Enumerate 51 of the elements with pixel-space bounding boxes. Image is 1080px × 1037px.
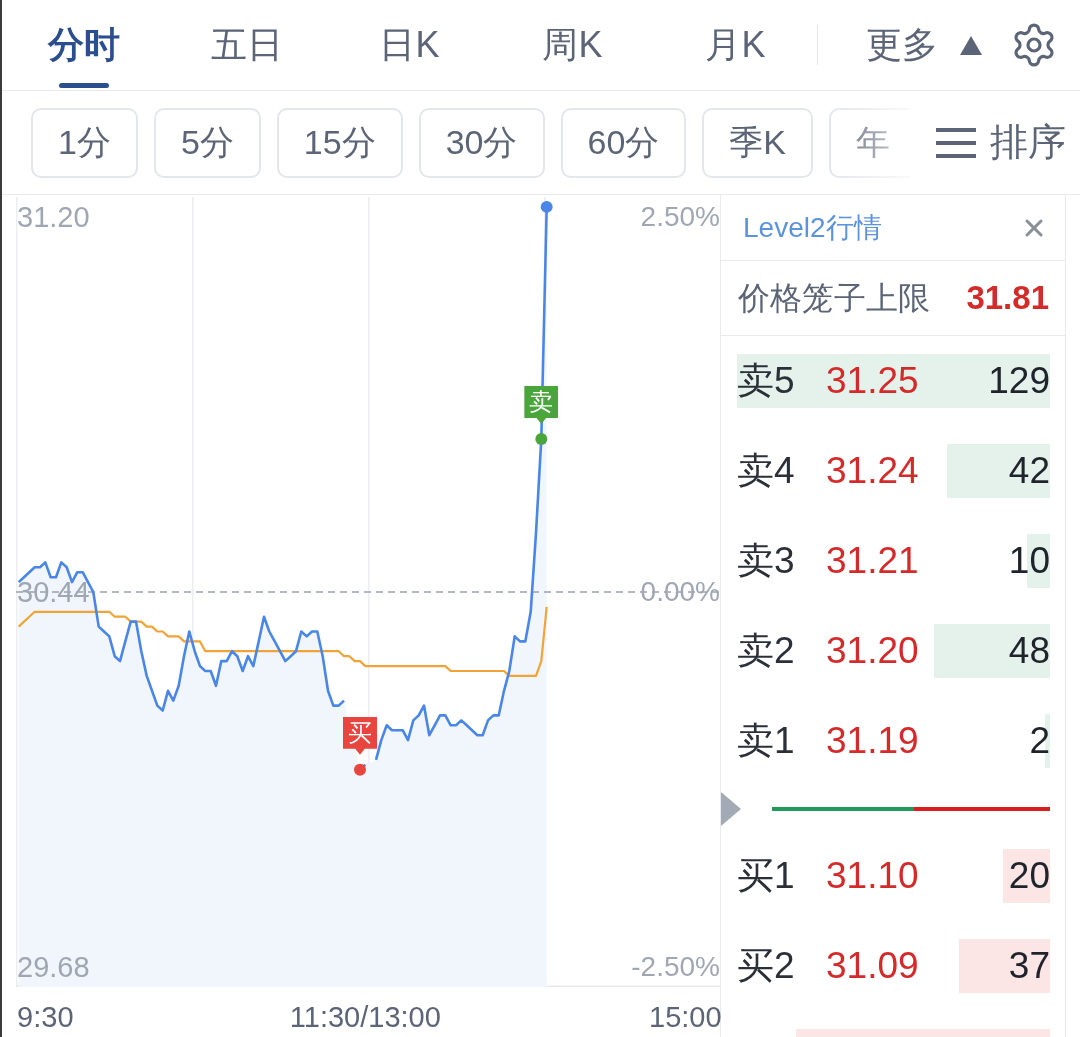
period-chip[interactable]: 15分: [276, 107, 403, 178]
order-volume: 42: [1008, 449, 1050, 493]
order-price: 31.24: [826, 449, 919, 493]
order-price: 31.25: [826, 359, 919, 403]
caret-right-icon[interactable]: [721, 791, 741, 826]
order-level-label: 买2: [737, 944, 796, 988]
period-tab[interactable]: 周K: [491, 0, 654, 90]
order-volume: 10: [1008, 539, 1050, 583]
x-axis-label: 9:30: [17, 1000, 74, 1034]
order-volume: 37: [1008, 944, 1050, 988]
period-chip[interactable]: 季K: [702, 107, 813, 178]
signal-tag: 买: [343, 716, 377, 755]
y-axis-label: 30.44: [17, 575, 90, 609]
sort-button[interactable]: 排序: [936, 114, 1066, 171]
signal-tag: 卖: [524, 385, 559, 424]
more-button[interactable]: 更多: [866, 18, 982, 72]
percent-axis-label: 2.50%: [640, 199, 720, 234]
y-axis-label: 31.20: [17, 199, 90, 234]
order-volume: 129: [988, 359, 1050, 403]
period-chip[interactable]: 60分: [560, 107, 687, 178]
order-level-label: 卖4: [737, 449, 796, 493]
order-level-label: 卖5: [737, 359, 796, 403]
period-chip[interactable]: 1分: [31, 107, 138, 178]
period-tab[interactable]: 分时: [2, 0, 165, 90]
price-cage-label: 价格笼子上限: [738, 279, 930, 318]
percent-axis-label: -2.50%: [631, 950, 720, 985]
period-tab[interactable]: 五日: [165, 0, 328, 90]
period-chip[interactable]: 30分: [418, 107, 545, 178]
order-level-label: 买1: [737, 854, 796, 898]
menu-icon: [936, 127, 976, 158]
order-volume: 2: [1029, 719, 1050, 763]
order-price: 31.20: [826, 629, 919, 673]
end-dot-icon: [540, 200, 553, 213]
period-chip[interactable]: 5分: [153, 107, 261, 178]
order-price: 31.10: [826, 854, 919, 898]
order-price: 31.19: [826, 719, 919, 763]
y-axis-label: 29.68: [17, 950, 90, 985]
panel-title: Level2行情: [743, 210, 882, 245]
order-level-label: 卖1: [737, 719, 796, 763]
price-cage-value: 31.81: [966, 278, 1049, 319]
order-price: 31.21: [826, 539, 919, 583]
order-level-label: 卖3: [737, 539, 796, 583]
tab-underline: [58, 83, 109, 88]
order-price: 31.09: [826, 944, 919, 988]
period-tab[interactable]: 日K: [328, 0, 491, 90]
order-volume: 48: [1008, 629, 1050, 673]
x-axis-label: 15:00: [649, 1000, 722, 1034]
order-level-label: 卖2: [737, 629, 796, 673]
period-tab[interactable]: 月K: [654, 0, 817, 90]
x-axis-label: 11:30/13:00: [289, 1000, 441, 1034]
order-volume: 20: [1008, 854, 1050, 898]
